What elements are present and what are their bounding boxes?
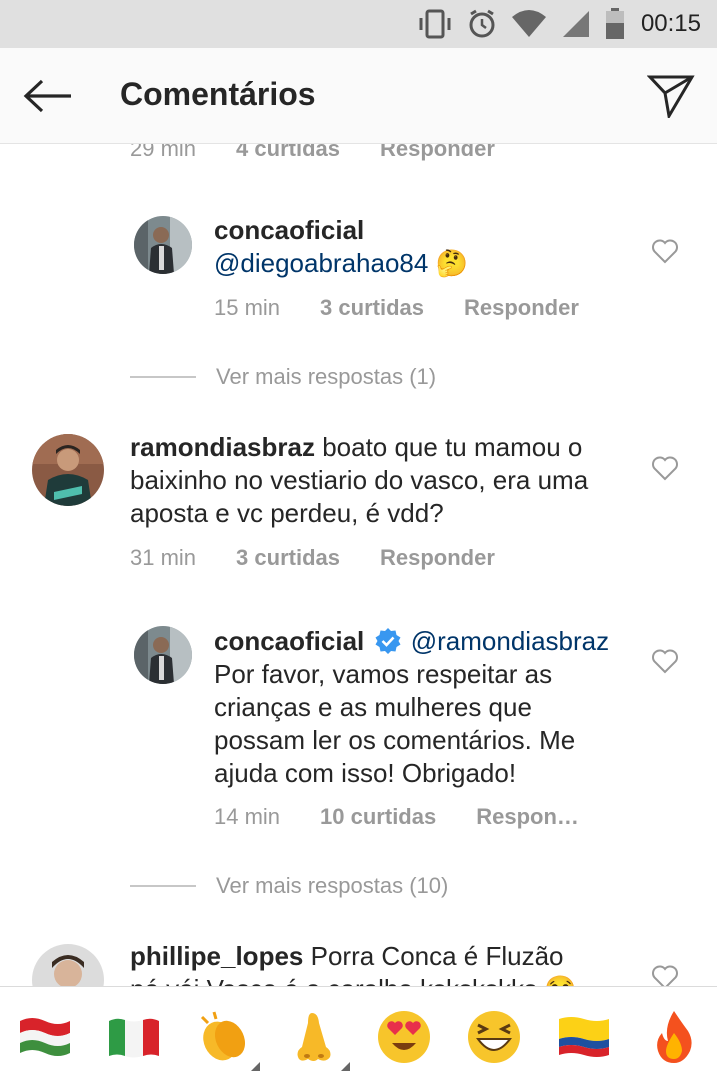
comment-body: concaoficial @diegoabrahao84 🤔: [214, 214, 634, 280]
skin-tone-indicator: [341, 1062, 350, 1071]
view-more-replies-label[interactable]: Ver mais respostas (1): [216, 364, 436, 390]
heart-icon[interactable]: [651, 455, 679, 481]
comment-text: Por favor, vamos respeitar as: [214, 659, 553, 689]
share-button[interactable]: [643, 70, 699, 122]
clapping-hands-icon: [200, 1011, 246, 1061]
comment-body: phillipe_lopes Porra Conca é Fluzão pó v…: [130, 940, 630, 986]
avatar[interactable]: [134, 216, 192, 274]
italy-flag-emoji[interactable]: [106, 1009, 162, 1065]
skin-tone-indicator: [251, 1062, 260, 1071]
fire-emoji[interactable]: [646, 1009, 702, 1065]
heart-icon[interactable]: [651, 238, 679, 264]
comment-body: concaoficial @ramondiasbraz Por favor, v…: [214, 625, 634, 790]
view-more-replies[interactable]: Ver mais respostas (10): [130, 873, 448, 899]
heart-eyes-face-icon: [378, 1011, 430, 1063]
back-button[interactable]: [20, 70, 76, 122]
likes-count[interactable]: 3 curtidas: [320, 295, 424, 321]
username[interactable]: concaoficial: [214, 626, 364, 656]
username[interactable]: concaoficial: [214, 215, 364, 245]
status-icons: 00:15: [417, 8, 701, 40]
comment-text: possam ler os comentários. Me: [214, 725, 576, 755]
heart-icon[interactable]: [651, 648, 679, 674]
hungary-flag-icon: [20, 1018, 70, 1056]
reply-button[interactable]: Respon…: [476, 804, 579, 830]
joy-emoji: 😂: [544, 974, 576, 986]
reply-button[interactable]: Responder: [464, 295, 579, 321]
comment-text: Porra Conca é Fluzão: [310, 941, 564, 971]
vibrate-icon: [419, 9, 451, 39]
grinning-squinting-face-icon: [468, 1011, 520, 1063]
comment-text: pó vái Vasco é o caralho kskskskks: [130, 974, 537, 986]
paper-plane-icon: [647, 75, 695, 118]
page-title: Comentários: [120, 76, 316, 112]
status-bar: 00:15: [0, 0, 717, 48]
battery-icon: [605, 8, 624, 39]
comment-time: 29 min: [130, 144, 197, 161]
comment-text: baixinho no vestiario do vasco, era uma: [130, 465, 589, 495]
avatar[interactable]: [32, 434, 104, 506]
heart-icon[interactable]: [651, 964, 679, 986]
view-more-replies[interactable]: Ver mais respostas (1): [130, 364, 436, 390]
comments-list[interactable]: 29 min 4 curtidas Responder concaoficial…: [0, 144, 717, 986]
comment-meta: 29 min 4 curtidas Responder: [130, 144, 495, 162]
clock: 00:15: [640, 10, 701, 37]
reply-button[interactable]: Responder: [380, 545, 495, 571]
heart-eyes-emoji[interactable]: [376, 1009, 432, 1065]
wifi-icon: [511, 10, 546, 37]
divider-line: [130, 376, 196, 378]
reply-button[interactable]: Responder: [380, 144, 495, 162]
comment-body: ramondiasbraz boato que tu mamou o baixi…: [130, 431, 630, 530]
signal-icon: [562, 11, 589, 37]
comment-meta: 31 min 3 curtidas Responder: [130, 545, 495, 571]
avatar[interactable]: [134, 626, 192, 684]
comment-text: ajuda com isso! Obrigado!: [214, 758, 517, 788]
colombia-flag-icon: [559, 1017, 609, 1057]
colombia-flag-emoji[interactable]: [556, 1009, 612, 1065]
fire-icon: [657, 1011, 692, 1063]
italy-flag-icon: [109, 1018, 159, 1058]
comment-time: 14 min: [214, 804, 281, 829]
emoji-quick-bar: [0, 986, 717, 1088]
grinning-squinting-emoji[interactable]: [466, 1009, 522, 1065]
username[interactable]: phillipe_lopes: [130, 941, 303, 971]
comment-meta: 14 min 10 curtidas Respon…: [214, 804, 579, 830]
thinking-face-emoji: 🤔: [435, 248, 468, 278]
view-more-replies-label[interactable]: Ver mais respostas (10): [216, 873, 448, 899]
comment-text: crianças e as mulheres que: [214, 692, 532, 722]
comment-time: 15 min: [214, 295, 281, 320]
comment-text: aposta e vc perdeu, é vdd?: [130, 498, 444, 528]
mention-link[interactable]: @ramondiasbraz: [411, 626, 609, 656]
divider-line: [130, 885, 196, 887]
mention-link[interactable]: @diegoabrahao84: [214, 248, 428, 278]
likes-count[interactable]: 4 curtidas: [236, 144, 340, 162]
alarm-icon: [469, 9, 495, 38]
verified-badge-icon: [375, 628, 401, 654]
nose-icon: [297, 1013, 331, 1061]
clapping-hands-emoji[interactable]: [196, 1009, 260, 1071]
likes-count[interactable]: 10 curtidas: [320, 804, 436, 830]
comment-time: 31 min: [130, 545, 197, 570]
hungary-flag-emoji[interactable]: [17, 1009, 73, 1065]
nose-emoji[interactable]: [286, 1009, 350, 1071]
comment-text: boato que tu mamou o: [322, 432, 583, 462]
app-bar: Comentários: [0, 48, 717, 144]
comment-meta: 15 min 3 curtidas Responder: [214, 295, 579, 321]
avatar[interactable]: [32, 944, 104, 986]
back-arrow-icon: [23, 79, 71, 113]
username[interactable]: ramondiasbraz: [130, 432, 315, 462]
likes-count[interactable]: 3 curtidas: [236, 545, 340, 571]
